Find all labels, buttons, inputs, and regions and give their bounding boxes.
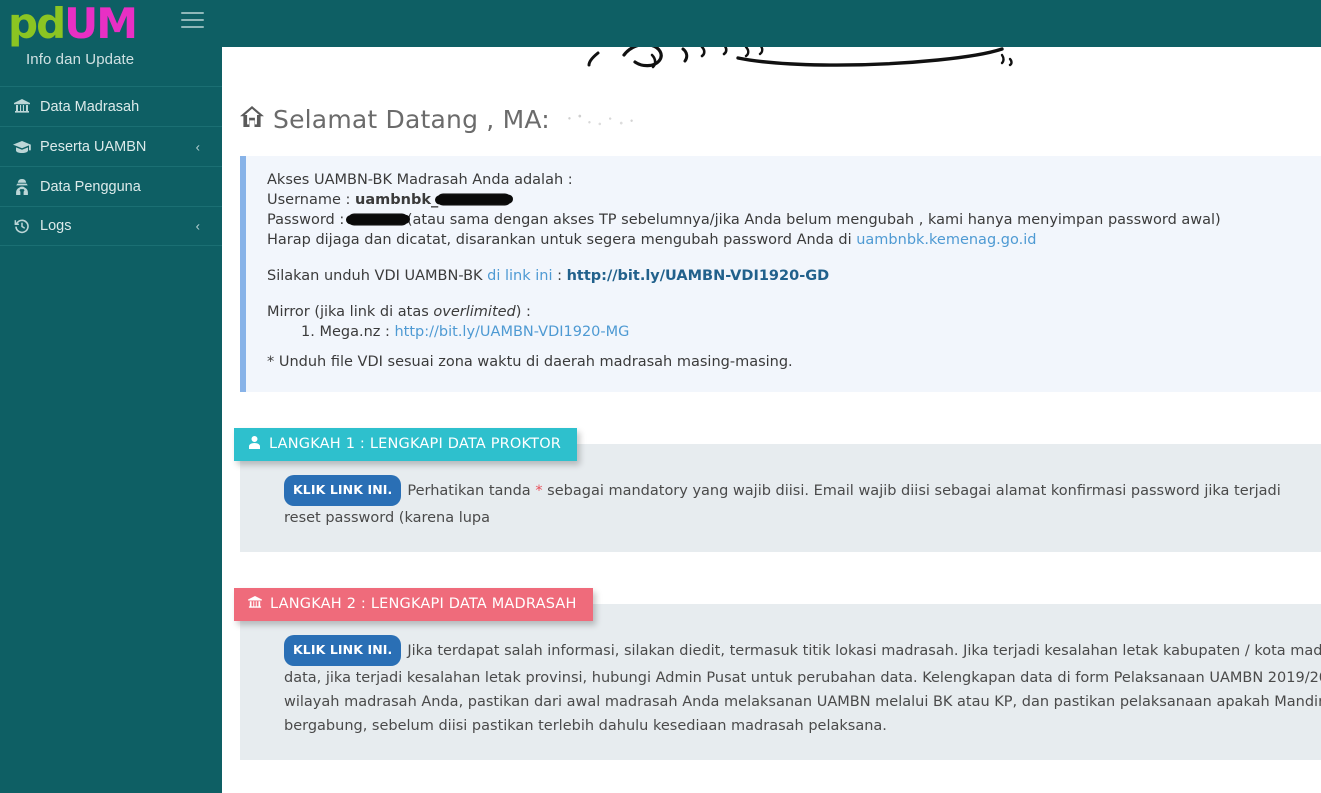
vdi-text: Silakan unduh VDI UAMBN-BK [267,268,488,284]
chevron-left-icon: ‹ [195,139,200,154]
history-icon [8,218,36,234]
user-secret-icon [8,178,36,195]
basmalah-calligraphy-icon [587,47,1013,69]
alert-line-footnote: * Unduh file VDI sesuai zona waktu di da… [267,354,793,370]
username-label: Username : [267,192,356,208]
alert-line-change-password: Harap dijaga dan dicatat, disarankan unt… [267,230,1312,250]
bank-icon [248,596,262,612]
app-root: pdUM Info dan Update Data Madrasah Peser… [0,0,1321,793]
mandatory-star: * [535,483,543,499]
page-title: Selamat Datang , MA: [240,105,1321,134]
sidebar-subtitle: Info dan Update [26,51,135,68]
step-1-badge[interactable]: LANGKAH 1 : LENGKAPI DATA PROKTOR [234,428,578,461]
step-2-klik-link[interactable]: KLIK LINK INI. [284,635,402,666]
alert-line-mirror: Mirror (jika link di atas overlimited) : [267,302,1312,322]
vdi-download-url[interactable]: http://bit.ly/UAMBN-VDI1920-GD [567,268,830,284]
username-value: uambnbk_ [355,192,439,208]
step-2-badge-label: LANGKAH 2 : LENGKAPI DATA MADRASAH [270,596,577,612]
redacted-madrasah-name [564,112,639,127]
sidebar-item-data-madrasah[interactable]: Data Madrasah [0,86,222,126]
step-2-line-1: data, jika terjadi kesalahan letak provi… [284,670,1321,686]
sidebar-item-label: Logs [40,218,72,234]
alert-line-password: Password : (atau sama dengan akses TP se… [267,210,1312,230]
step-2-text: KLIK LINK INI. Jika terdapat salah inform… [258,635,1321,738]
step-2-line-0-wrap: KLIK LINK INI. Jika terdapat salah inform… [258,635,1321,666]
mirror-item-url[interactable]: http://bit.ly/UAMBN-VDI1920-MG [394,324,629,340]
mirror-em: overlimited [433,304,516,320]
mirror-text-post: ) : [515,304,531,320]
step-block-2: LANGKAH 2 : LENGKAPI DATA MADRASAH KLIK … [234,588,1321,760]
main-content: Selamat Datang , MA: Akses UAMBN-BK Madr… [222,47,1321,793]
hamburger-icon[interactable] [181,12,205,32]
logo-um-text: UM [64,0,138,48]
sidebar-item-label: Peserta UAMBN [40,138,147,155]
password-label: Password : [267,212,349,228]
mirror-text-pre: Mirror (jika link di atas [267,304,434,320]
app-logo[interactable]: pdUM [8,0,138,48]
step-2-line-3: bergabung, sebelum diisi pastikan terleb… [284,718,887,734]
password-note: (atau sama dengan akses TP sebelumnya/ji… [406,212,1221,228]
mirror-item-label: 1. Mega.nz : [301,324,395,340]
top-header-bar [222,0,1321,47]
step-2-card: KLIK LINK INI. Jika terdapat salah inform… [240,604,1321,760]
chevron-left-icon: ‹ [195,218,200,234]
change-password-text: Harap dijaga dan dicatat, disarankan unt… [267,232,857,248]
sidebar-nav: Data Madrasah Peserta UAMBN ‹ Data Pengg… [0,86,222,246]
arabic-calligraphy-banner [222,47,1321,77]
alert-line-access: Akses UAMBN-BK Madrasah Anda adalah : [267,172,573,188]
page-title-text: Selamat Datang , MA: [273,105,550,134]
info-alert-box: Akses UAMBN-BK Madrasah Anda adalah : Us… [240,156,1321,392]
bank-icon [8,99,36,114]
step-2-badge[interactable]: LANGKAH 2 : LENGKAPI DATA MADRASAH [234,588,593,621]
step-1-line-0: Perhatikan tanda * sebagai mandatory yan… [284,483,1281,526]
redacted-password [348,214,407,225]
redacted-username [438,194,511,205]
logo-pd-text: pd [8,0,66,48]
step-1-text: KLIK LINK INI. Perhatikan tanda * sebagai… [258,475,1312,530]
vdi-separator: : [552,268,567,284]
sidebar-brand: pdUM [0,0,222,47]
vdi-link-text[interactable]: di link ini [487,268,552,284]
alert-line-vdi-download: Silakan unduh VDI UAMBN-BK di link ini :… [267,266,1312,286]
sidebar-item-label: Data Madrasah [40,98,140,115]
user-icon [248,436,261,452]
graduation-cap-icon [8,140,36,154]
kemenag-link[interactable]: uambnbk.kemenag.go.id [856,232,1036,248]
alert-line-mirror-item: 1. Mega.nz : http://bit.ly/UAMBN-VDI1920… [267,322,1312,342]
sidebar-item-data-pengguna[interactable]: Data Pengguna [0,166,222,206]
sidebar-item-logs[interactable]: Logs ‹ [0,206,222,246]
sidebar-item-label: Data Pengguna [40,178,141,195]
sidebar-item-peserta-uambn[interactable]: Peserta UAMBN ‹ [0,126,222,166]
step-2-line-2: wilayah madrasah Anda, pastikan dari awa… [284,694,1321,710]
alert-line-username: Username : uambnbk_ [267,190,1312,210]
step-block-1: LANGKAH 1 : LENGKAPI DATA PROKTOR KLIK L… [234,428,1321,552]
step-1-klik-link[interactable]: KLIK LINK INI. [284,475,402,506]
step-2-line-0: Jika terdapat salah informasi, silakan d… [407,643,1321,659]
home-icon [240,106,264,133]
step-1-badge-label: LANGKAH 1 : LENGKAPI DATA PROKTOR [269,436,562,452]
sidebar: pdUM Info dan Update Data Madrasah Peser… [0,0,222,793]
